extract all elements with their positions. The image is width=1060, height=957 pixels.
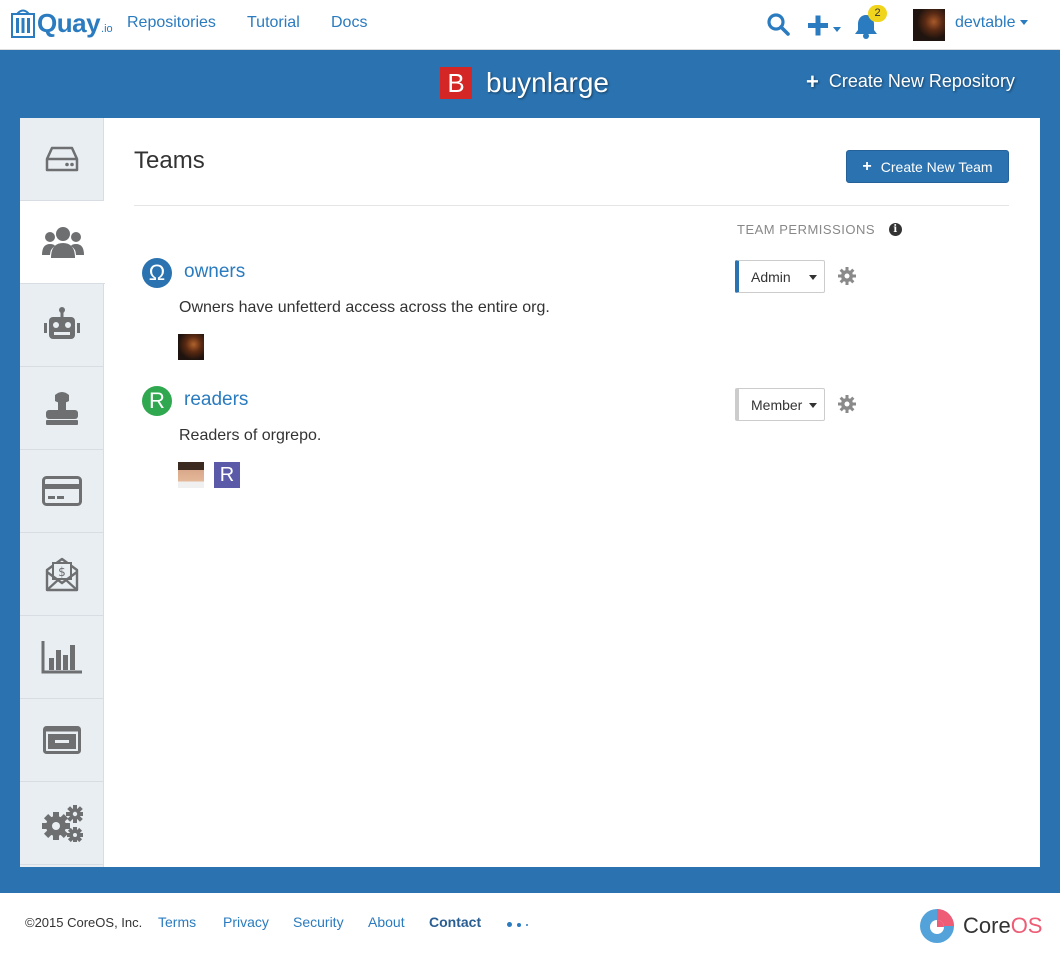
sidebar-tab-invoices[interactable]: $ <box>20 533 104 616</box>
chevron-down-icon <box>809 275 817 280</box>
sidebar-tab-default-permissions[interactable] <box>20 367 104 450</box>
org-sidebar: $ <box>20 118 105 867</box>
info-icon[interactable]: i <box>889 223 903 236</box>
quay-building-icon <box>11 9 35 38</box>
footer-link-contact[interactable]: Contact <box>429 914 481 930</box>
quay-logo[interactable]: Quay .io <box>11 8 113 38</box>
copyright: ©2015 CoreOS, Inc. <box>25 915 143 930</box>
dots-indicator <box>507 922 533 927</box>
coreos-logo-core: Core <box>963 913 1011 938</box>
application-window-icon <box>43 726 81 754</box>
svg-text:$: $ <box>58 565 66 579</box>
top-navbar: Quay .io Repositories Tutorial Docs 2 de… <box>0 0 1060 50</box>
footer: ©2015 CoreOS, Inc. Terms Privacy Securit… <box>0 893 1060 957</box>
page-title: Teams <box>134 147 205 174</box>
org-avatar: B <box>440 67 472 99</box>
invoice-envelope-icon: $ <box>45 557 79 592</box>
brand-suffix: .io <box>101 23 113 35</box>
team-name-link[interactable]: readers <box>184 389 248 411</box>
team-permissions-label: TEAM PERMISSIONS <box>737 222 876 237</box>
role-dropdown[interactable]: Admin <box>735 260 825 293</box>
team-permissions-header: TEAM PERMISSIONS i <box>737 222 903 237</box>
brand-name: Quay <box>37 8 101 38</box>
member-avatar[interactable] <box>178 334 204 360</box>
credit-card-icon <box>42 476 82 506</box>
robot-member-avatar[interactable]: R <box>214 462 240 488</box>
bar-chart-icon <box>41 641 82 674</box>
org-header: B buynlarge <box>440 67 609 99</box>
create-repository-label: Create New Repository <box>828 71 1015 91</box>
sidebar-tab-settings[interactable] <box>20 782 104 865</box>
gear-icon[interactable] <box>838 395 856 418</box>
role-value: Admin <box>751 268 791 285</box>
divider <box>134 205 1009 206</box>
sidebar-tab-robot-accounts[interactable] <box>20 284 104 367</box>
role-dropdown[interactable]: Member <box>735 388 825 421</box>
member-avatar[interactable] <box>178 462 204 488</box>
search-icon[interactable] <box>766 12 790 41</box>
notification-badge: 2 <box>868 5 887 22</box>
team-avatar: R <box>142 386 172 416</box>
sidebar-tab-usage-logs[interactable] <box>20 616 104 699</box>
chevron-down-icon <box>1019 20 1028 26</box>
plus-icon: + <box>862 157 872 175</box>
role-value: Member <box>751 396 803 413</box>
hdd-icon <box>45 146 79 172</box>
sidebar-tab-teams[interactable] <box>20 201 105 284</box>
footer-link-about[interactable]: About <box>368 914 405 930</box>
org-name: buynlarge <box>486 67 609 98</box>
create-repository-link[interactable]: + Create New Repository <box>806 68 1015 94</box>
nav-repositories[interactable]: Repositories <box>127 14 216 32</box>
nav-docs[interactable]: Docs <box>331 14 367 32</box>
user-avatar[interactable] <box>913 9 945 41</box>
footer-link-security[interactable]: Security <box>293 914 344 930</box>
team-description: Readers of orgrepo. <box>179 427 322 444</box>
gear-icon[interactable] <box>838 267 856 290</box>
coreos-logo-icon <box>920 909 954 943</box>
team-name-link[interactable]: owners <box>184 261 245 283</box>
sidebar-tab-billing[interactable] <box>20 450 104 533</box>
footer-link-terms[interactable]: Terms <box>158 914 196 930</box>
gears-icon <box>42 805 83 842</box>
chevron-down-icon <box>809 403 817 408</box>
nav-tutorial[interactable]: Tutorial <box>247 14 300 32</box>
plus-icon: + <box>806 68 819 94</box>
create-plus-icon[interactable] <box>808 14 844 43</box>
sidebar-tab-applications[interactable] <box>20 699 104 782</box>
sidebar-tab-repositories[interactable] <box>20 118 104 201</box>
user-menu[interactable]: devtable <box>955 14 1028 32</box>
coreos-logo-os: OS <box>1010 913 1043 938</box>
team-avatar: Ω <box>142 258 172 288</box>
footer-link-privacy[interactable]: Privacy <box>223 914 269 930</box>
coreos-logo[interactable]: CoreOS <box>919 908 1042 944</box>
users-icon <box>41 227 84 258</box>
create-team-label: Create New Team <box>880 158 993 175</box>
team-description: Owners have unfetterd access across the … <box>179 299 550 316</box>
robot-icon <box>44 307 80 339</box>
stamp-icon <box>46 392 78 425</box>
create-team-button[interactable]: + Create New Team <box>846 150 1009 183</box>
username: devtable <box>955 14 1016 31</box>
main-panel: $ Teams + Create New Team TEAM PERMISSIO… <box>20 118 1040 867</box>
